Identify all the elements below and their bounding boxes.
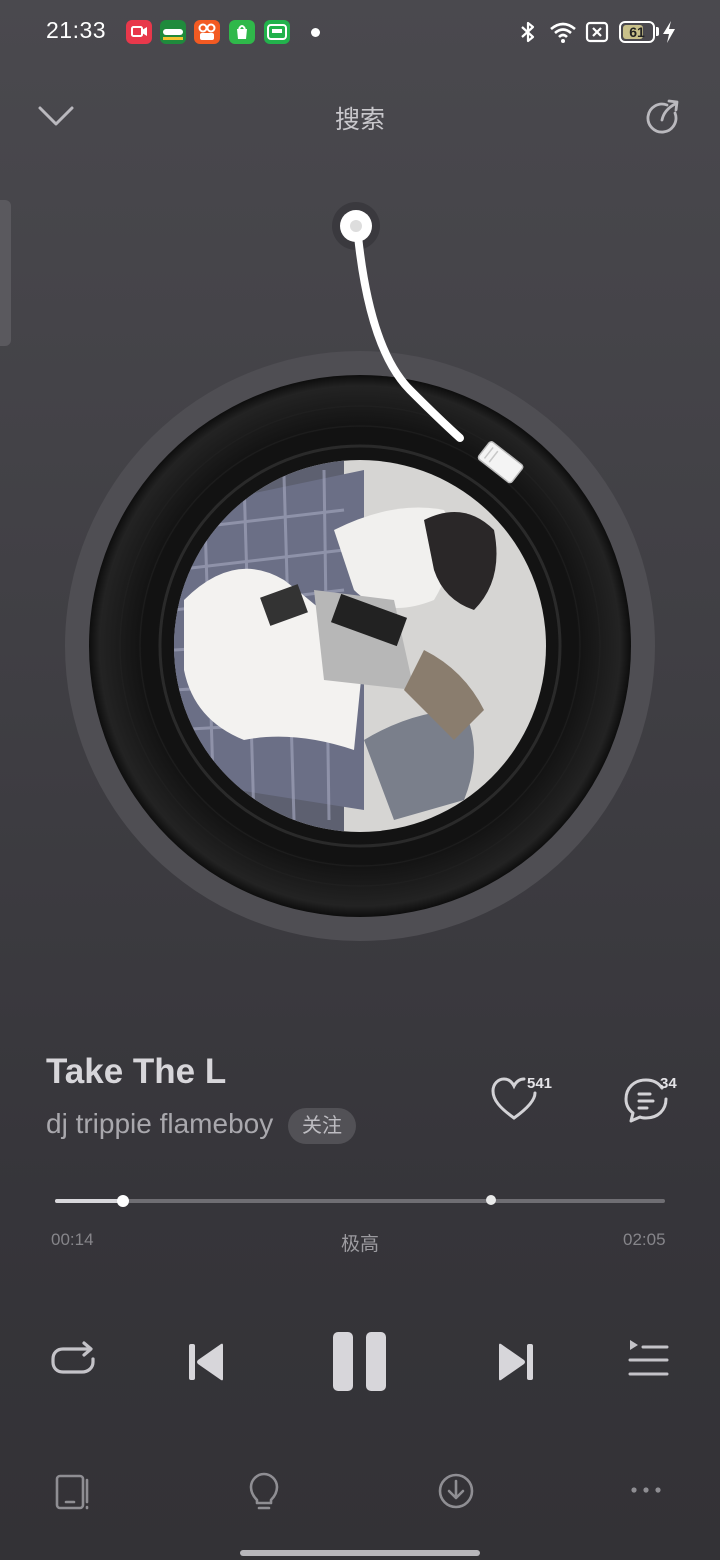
device-button[interactable] [54,1472,94,1512]
share-icon [646,99,679,134]
follow-button[interactable]: 关注 [288,1108,356,1144]
tips-button[interactable] [246,1470,282,1512]
screen-recorder-icon [126,20,152,44]
buffer-marker [486,1195,497,1205]
tonearm-arm [354,232,464,442]
device-icon [55,1474,89,1510]
battery-tip [656,27,659,36]
more-button[interactable] [628,1480,664,1500]
tonearm-head [477,441,524,484]
progress-played [55,1199,124,1203]
repeat-button[interactable] [48,1338,98,1384]
playlist-icon [628,1340,669,1376]
previous-button[interactable] [184,1340,228,1384]
total-time: 02:05 [623,1230,666,1249]
lightbulb-icon [249,1472,279,1510]
next-icon [499,1343,533,1381]
like-count: 541 [527,1075,553,1092]
tonearm [330,200,530,500]
previous-icon [189,1343,223,1381]
song-title: Take The L [46,1052,227,1091]
home-indicator[interactable] [240,1550,480,1556]
download-icon [438,1473,474,1509]
quality-selector[interactable]: 极高 [0,1229,720,1256]
download-button[interactable] [436,1471,476,1511]
wifi-icon [548,20,578,49]
playlist-button[interactable] [626,1338,670,1382]
comment-count: 34 [660,1075,677,1092]
bluetooth-icon [517,20,539,49]
share-button[interactable] [642,96,686,140]
oppo-store-icon [160,20,186,44]
no-sim-icon [585,21,609,48]
shopping-icon [229,20,255,44]
progress-track[interactable] [55,1199,665,1203]
charging-icon [661,20,677,49]
progress-thumb[interactable] [117,1195,130,1207]
battery-icon: 61 [619,21,655,43]
status-time: 21:33 [46,17,107,43]
next-button[interactable] [494,1340,538,1384]
iqiyi-icon [264,20,290,44]
side-drawer-handle[interactable] [0,200,11,346]
artist-name[interactable]: dj trippie flameboy [46,1108,273,1140]
kuaishou-icon [194,20,220,44]
repeat-icon [51,1341,95,1374]
more-icon [631,1487,661,1493]
pause-icon [333,1332,386,1391]
notification-dot [311,28,320,37]
page-title[interactable]: 搜索 [0,100,720,136]
battery-level: 61 [629,24,645,40]
pause-button[interactable] [330,1330,390,1392]
